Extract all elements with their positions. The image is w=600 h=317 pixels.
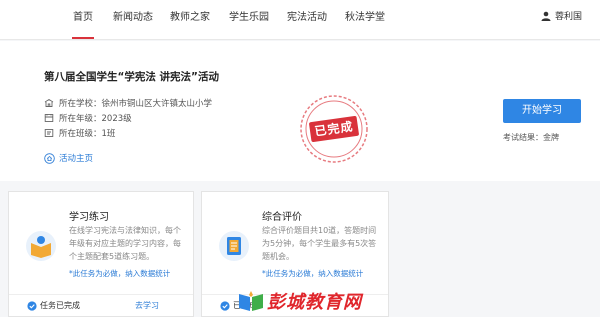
site-watermark: 彭城教育网 — [238, 288, 362, 314]
completed-stamp: 已完成 — [298, 93, 370, 165]
study-card-footer: 任务已完成 去学习 — [9, 294, 193, 316]
study-status-label: 任务已完成 — [40, 301, 80, 310]
activity-home-label: 活动主页 — [59, 154, 94, 164]
nav-item-students[interactable]: 学生乐园 — [229, 8, 269, 23]
grade-text: 所在年级：2023级 — [59, 114, 132, 124]
evaluation-icon — [218, 230, 250, 262]
study-status: 任务已完成 — [27, 300, 80, 311]
user-name: 蓉利国 — [554, 12, 582, 22]
go-study-link[interactable]: 去学习 — [135, 300, 159, 311]
activity-card: 第八届全国学生“学宪法 讲宪法”活动 所在学校：徐州市铜山区大许镇太山小学 所在… — [0, 41, 600, 181]
class-row: 所在班级：1班 — [44, 127, 115, 139]
watermark-text: 彭城教育网 — [267, 292, 362, 313]
home-circle-icon — [44, 152, 55, 164]
watermark-logo-icon — [239, 291, 263, 311]
school-row: 所在学校：徐州市铜山区大许镇太山小学 — [44, 97, 212, 109]
school-icon — [44, 98, 54, 107]
evaluation-card-title: 综合评价 — [262, 212, 302, 223]
nav-item-teachers[interactable]: 教师之家 — [170, 8, 210, 23]
study-practice-card: 学习练习 在线学习宪法与法律知识，每个年级有对应主题的学习内容，每个主题配套5道… — [8, 191, 194, 317]
evaluation-card-desc: 综合评价题目共10道，答题时间为5分钟，每个学生最多有5次答题机会。 — [262, 226, 377, 261]
class-text: 所在班级：1班 — [59, 129, 116, 139]
nav-item-news[interactable]: 新闻动态 — [113, 8, 153, 23]
nav-item-home[interactable]: 首页 — [73, 8, 93, 23]
study-icon — [25, 230, 57, 262]
active-tab-indicator — [72, 37, 94, 39]
grade-row: 所在年级：2023级 — [44, 112, 132, 124]
activity-home-link[interactable]: 活动主页 — [44, 152, 93, 164]
check-circle-icon — [27, 300, 37, 311]
start-learning-button[interactable]: 开始学习 — [503, 99, 581, 123]
school-text: 所在学校：徐州市铜山区大许镇太山小学 — [59, 99, 213, 109]
check-circle-icon — [220, 300, 230, 311]
nav-item-constitution[interactable]: 宪法活动 — [287, 8, 327, 23]
study-card-desc: 在线学习宪法与法律知识，每个年级有对应主题的学习内容，每个主题配套5道练习题。 — [69, 226, 181, 261]
user-icon — [541, 11, 551, 21]
nav-item-law-school[interactable]: 秋法学堂 — [345, 8, 385, 23]
grade-icon — [44, 114, 54, 122]
study-card-title: 学习练习 — [69, 212, 109, 223]
exam-result: 考试结果：金牌 — [503, 133, 559, 142]
top-nav: 首页 新闻动态 教师之家 学生乐园 宪法活动 秋法学堂 蓉利国 — [0, 0, 600, 40]
evaluation-card-note: *此任务为必做，纳入数据统计 — [262, 269, 364, 278]
activity-title: 第八届全国学生“学宪法 讲宪法”活动 — [44, 71, 219, 83]
class-icon — [44, 129, 54, 137]
study-card-note: *此任务为必做，纳入数据统计 — [69, 269, 171, 278]
user-menu[interactable]: 蓉利国 — [541, 9, 582, 22]
